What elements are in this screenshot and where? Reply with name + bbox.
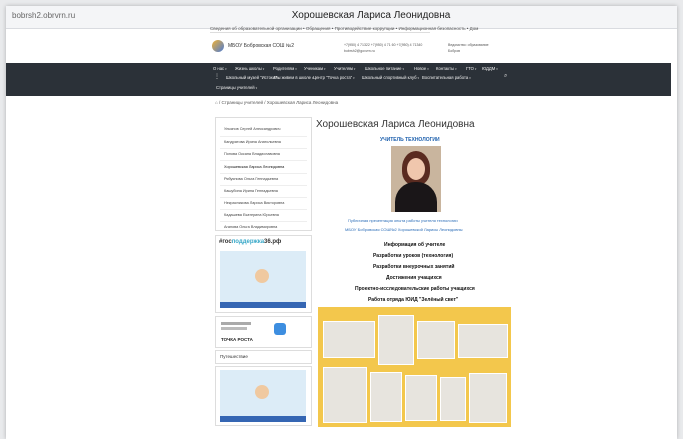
sidebar-item[interactable]: Кандратова Ирина Анатольевна bbox=[224, 140, 281, 144]
banner-text-line bbox=[221, 327, 247, 330]
nav-item[interactable]: Мы живем в школе bbox=[274, 75, 314, 80]
gospodderzhka-banner[interactable]: #господдержка36.рф bbox=[215, 235, 312, 313]
presentation-link[interactable]: Публичная презентация опыта работы учите… bbox=[348, 218, 458, 223]
breadcrumb[interactable]: ⌂ / Страницы учителей / Хорошевская Лари… bbox=[215, 100, 338, 105]
collage-photo bbox=[440, 377, 466, 421]
collage-photo bbox=[417, 321, 455, 359]
banner-image bbox=[220, 251, 306, 308]
contact-department: Ведомство: образование bbox=[448, 43, 489, 47]
main-nav: О нас Жизнь школы Родителям Ученикам Учи… bbox=[6, 63, 671, 96]
school-logo-icon[interactable] bbox=[212, 40, 224, 52]
nav-item[interactable]: Центр "Точка роста" bbox=[313, 75, 355, 80]
nav-item[interactable]: Родителям bbox=[273, 66, 297, 71]
nav-item[interactable]: Жизнь школы bbox=[235, 66, 264, 71]
tochka-rosta-banner[interactable]: ТОЧКА РОСТА bbox=[215, 316, 312, 348]
collage-photo bbox=[378, 315, 414, 365]
teacher-menu-link[interactable]: Работа отряда ЮИД "Зелёный свет" bbox=[368, 297, 458, 303]
presentation-link[interactable]: МБОУ Бобровская СОШ№2 Хорошевской Ларисы… bbox=[345, 227, 463, 232]
collage-photo bbox=[370, 372, 402, 422]
nav-item[interactable]: Школьное питание bbox=[365, 66, 404, 71]
sidebar-item[interactable]: Некрасникова Лариса Викторовна bbox=[224, 201, 284, 205]
collage-photo bbox=[323, 367, 367, 423]
banner-text-line bbox=[221, 322, 251, 325]
nav-item[interactable]: Воспитательная работа bbox=[422, 75, 471, 80]
teacher-menu-link[interactable]: Разработки внеурочных занятий bbox=[373, 264, 454, 270]
divider bbox=[220, 160, 307, 161]
divider bbox=[220, 185, 307, 186]
portrait-body bbox=[395, 182, 437, 212]
nav-item[interactable]: Учителям bbox=[334, 66, 355, 71]
nav-item[interactable]: ЮДДМ bbox=[482, 66, 498, 71]
child-illustration bbox=[255, 385, 269, 399]
banner-image bbox=[220, 370, 306, 422]
portrait-face bbox=[407, 158, 425, 180]
contact-phone: +7(950) 4 71322 +7(950) 4 71 60 +7(950) … bbox=[344, 43, 423, 47]
divider bbox=[220, 136, 307, 137]
menu-icon[interactable]: ⋮ bbox=[214, 73, 220, 80]
sidebar-item[interactable]: Кашубина Ирина Геннадьевна bbox=[224, 189, 278, 193]
window-title: Хорошевская Лариса Леонидовна bbox=[291, 10, 451, 21]
child-illustration bbox=[255, 269, 269, 283]
sidebar-item[interactable]: Кадашева Екатерина Юрьевна bbox=[224, 213, 279, 217]
teacher-role: УЧИТЕЛЬ ТЕХНОЛОГИИ bbox=[380, 137, 440, 143]
school-name[interactable]: МБОУ Бобровская СОШ №2 bbox=[228, 43, 294, 49]
nav-item[interactable]: О нас bbox=[213, 66, 227, 71]
nav-item[interactable]: Школьный спортивный клуб bbox=[362, 75, 419, 80]
travel-banner[interactable]: Путешествие bbox=[215, 350, 312, 364]
contact-email[interactable]: bobrsh2@govvrn.ru bbox=[344, 49, 375, 53]
nav-item[interactable]: Контакты bbox=[436, 66, 457, 71]
collage-photo bbox=[405, 375, 437, 421]
sidebar-teacher-list: Ульянов Сергей Александрович Кандратова … bbox=[215, 117, 312, 231]
nav-item[interactable]: Новое bbox=[414, 66, 429, 71]
banner-stripe bbox=[220, 416, 306, 422]
nav-item[interactable]: ГТО bbox=[466, 66, 476, 71]
nav-item[interactable]: Школьный музей "Истоки" bbox=[226, 75, 279, 80]
contact-location: Бобров bbox=[448, 49, 461, 53]
collage-photo bbox=[323, 321, 375, 358]
divider bbox=[220, 209, 307, 210]
divider bbox=[210, 32, 430, 33]
page-title: Хорошевская Лариса Леонидовна bbox=[316, 119, 475, 130]
teacher-menu-link[interactable]: Проектно-исследовательские работы учащих… bbox=[355, 286, 475, 292]
teacher-photo bbox=[391, 146, 441, 212]
sidebar-item-active[interactable]: Хорошевская Лариса Леонидовна bbox=[224, 165, 284, 169]
teacher-menu-link[interactable]: Разработки уроков (технология) bbox=[373, 253, 453, 259]
tochka-logo-icon bbox=[274, 323, 286, 335]
top-links[interactable]: Сведения об образовательной организации … bbox=[210, 26, 478, 31]
banner-title: #господдержка36.рф bbox=[219, 239, 282, 245]
divider bbox=[220, 148, 307, 149]
nav-item[interactable]: Ученикам bbox=[304, 66, 325, 71]
divider bbox=[220, 221, 307, 222]
divider bbox=[220, 173, 307, 174]
divider bbox=[220, 197, 307, 198]
collage-photo bbox=[469, 373, 507, 423]
tochka-label: ТОЧКА РОСТА bbox=[221, 337, 253, 342]
gospodderzhka-banner-2[interactable] bbox=[215, 366, 312, 426]
achievements-collage[interactable] bbox=[318, 307, 511, 427]
sidebar-item[interactable]: Рябуянова Ольга Геннадьевна bbox=[224, 177, 278, 181]
address-url[interactable]: bobrsh2.obrvrn.ru bbox=[12, 11, 75, 20]
collage-photo bbox=[458, 324, 508, 358]
banner-stripe bbox=[220, 302, 306, 308]
sidebar-item[interactable]: Агапова Ольга Владимировна bbox=[224, 225, 277, 229]
sidebar-item[interactable]: Ульянов Сергей Александрович bbox=[224, 127, 280, 131]
nav-item[interactable]: Страницы учителей bbox=[216, 85, 257, 90]
teacher-menu-link[interactable]: Достижения учащихся bbox=[386, 275, 442, 281]
search-icon[interactable]: ⌕ bbox=[504, 73, 507, 80]
sidebar-item[interactable]: Попова Оксана Владиславовна bbox=[224, 152, 280, 156]
travel-label: Путешествие bbox=[220, 354, 248, 359]
teacher-menu-link[interactable]: Информация об учителе bbox=[384, 242, 445, 248]
